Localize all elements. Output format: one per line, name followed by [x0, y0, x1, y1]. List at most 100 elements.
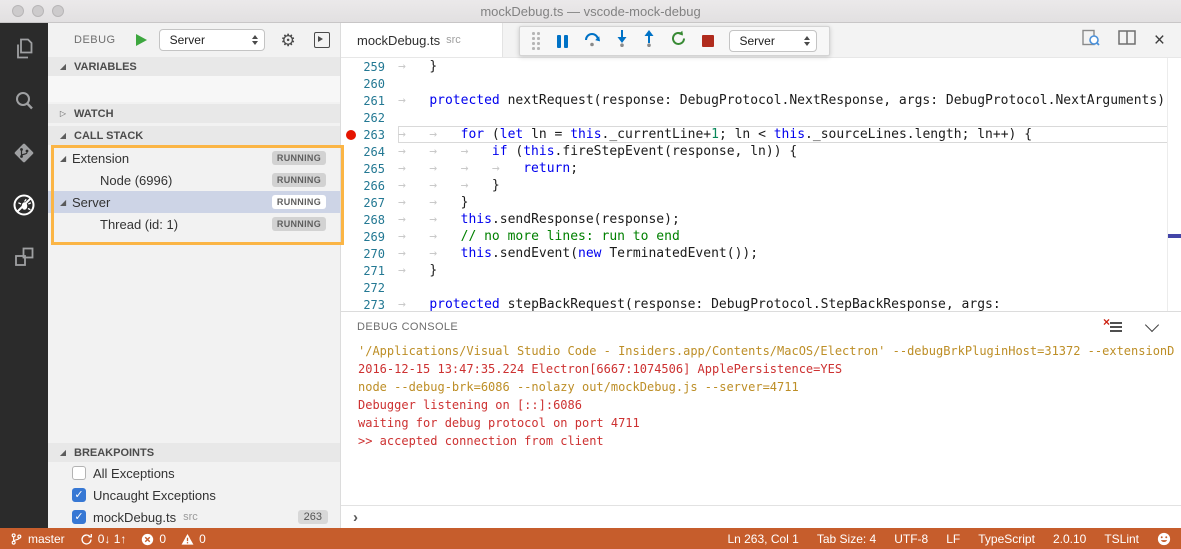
status-bar-item[interactable]: 0↓ 1↑ [80, 532, 127, 546]
breakpoint-checkbox[interactable] [72, 466, 86, 480]
code-line[interactable]: 271→ } [341, 262, 1181, 279]
code-text: → → this.sendEvent(new TerminatedEvent()… [398, 245, 1168, 262]
editor-gutter[interactable]: 268 [341, 211, 398, 228]
extensions-icon[interactable] [11, 243, 38, 270]
zoom-window-button[interactable] [52, 5, 64, 17]
call-stack-list: ◢ExtensionRUNNINGNode (6996)RUNNING◢Serv… [48, 147, 340, 235]
step-over-button[interactable] [583, 30, 601, 52]
close-window-button[interactable] [12, 5, 24, 17]
line-number: 273 [363, 298, 385, 312]
breakpoint-item[interactable]: ✓Uncaught Exceptions [48, 484, 340, 506]
toolbar-drag-handle[interactable] [532, 32, 540, 50]
code-line[interactable]: 260 [341, 75, 1181, 92]
configure-gear-icon[interactable]: ⚙ [281, 32, 296, 49]
status-bar-item[interactable]: 0 [181, 532, 206, 546]
breakpoints-section-header[interactable]: ◢ BREAKPOINTS [48, 443, 340, 462]
explorer-icon[interactable] [11, 35, 38, 62]
breakpoint-checkbox[interactable]: ✓ [72, 510, 86, 524]
code-line[interactable]: 266→ → → } [341, 177, 1181, 194]
overview-ruler-marker [1168, 234, 1181, 238]
status-bar-item[interactable]: 0 [141, 532, 166, 546]
stop-button[interactable] [702, 35, 714, 47]
panel-actions: × [1106, 320, 1165, 334]
status-bar-item[interactable]: TSLint [1104, 532, 1139, 546]
split-editor-icon[interactable] [1118, 30, 1136, 51]
restart-button[interactable] [670, 30, 687, 52]
breakpoint-item[interactable]: All Exceptions [48, 462, 340, 484]
editor-gutter[interactable]: 260 [341, 75, 398, 92]
breakpoints-section-label: BREAKPOINTS [74, 447, 154, 459]
code-line[interactable]: 269→ → // no more lines: run to end [341, 228, 1181, 245]
status-bar-item-label: master [28, 532, 65, 546]
editor-gutter[interactable]: 261 [341, 92, 398, 109]
editor-gutter[interactable]: 272 [341, 279, 398, 296]
call-stack-item[interactable]: ◢ExtensionRUNNING [48, 147, 340, 169]
code-token: → → → → [398, 161, 523, 176]
clear-console-icon[interactable]: × [1106, 320, 1123, 334]
code-line[interactable]: 263→ → for (let ln = this._currentLine+1… [341, 126, 1181, 143]
call-stack-item[interactable]: ◢ServerRUNNING [48, 191, 340, 213]
code-editor[interactable]: 259→ }260261→ protected nextRequest(resp… [341, 58, 1181, 311]
status-bar-right: Ln 263, Col 1 Tab Size: 4 UTF-8 LF TypeScrip… [709, 532, 1171, 546]
code-line[interactable]: 264→ → → if (this.fireStepEvent(response… [341, 143, 1181, 160]
code-line[interactable]: 265→ → → → return; [341, 160, 1181, 177]
start-debugging-button[interactable] [136, 34, 147, 46]
editor-gutter[interactable]: 267 [341, 194, 398, 211]
code-line[interactable]: 267→ → } [341, 194, 1181, 211]
console-line: 2016-12-15 13:47:35.224 Electron[6667:10… [358, 360, 1181, 378]
code-line[interactable]: 273→ protected stepBackRequest(response:… [341, 296, 1181, 311]
search-icon[interactable] [11, 87, 38, 114]
open-preview-icon[interactable] [1081, 29, 1100, 52]
code-line[interactable]: 270 → → this.sendEvent(new TerminatedEven… [341, 245, 1181, 262]
status-bar-item[interactable] [1157, 532, 1171, 546]
code-line[interactable]: 268→ → this.sendResponse(response); [341, 211, 1181, 228]
editor-gutter[interactable]: 266 [341, 177, 398, 194]
editor-gutter[interactable]: 270 [341, 245, 398, 262]
watch-section-header[interactable]: ▷ WATCH [48, 104, 340, 123]
status-bar-item[interactable]: Ln 263, Col 1 [727, 532, 798, 546]
line-number: 268 [363, 213, 385, 227]
call-stack-item[interactable]: Thread (id: 1)RUNNING [48, 213, 340, 235]
status-bar-item[interactable]: UTF-8 [894, 532, 928, 546]
editor-gutter[interactable]: 269 [341, 228, 398, 245]
line-number: 270 [363, 247, 385, 261]
step-out-button[interactable] [643, 30, 655, 52]
source-control-icon[interactable] [11, 139, 38, 166]
editor-gutter[interactable]: 265 [341, 160, 398, 177]
status-bar-item[interactable]: LF [946, 532, 960, 546]
tab-mockdebug[interactable]: mockDebug.ts src [341, 23, 503, 57]
code-line[interactable]: 262 [341, 109, 1181, 126]
call-stack-section-header[interactable]: ◢ CALL STACK [48, 126, 340, 145]
code-text: → → → } [398, 177, 1168, 194]
code-line[interactable]: 259→ } [341, 58, 1181, 75]
call-stack-item[interactable]: Node (6996)RUNNING [48, 169, 340, 191]
editor-gutter[interactable]: 259 [341, 58, 398, 75]
pause-button[interactable] [557, 35, 568, 48]
editor-gutter[interactable]: 263 [341, 126, 398, 143]
status-badge: RUNNING [272, 217, 326, 231]
editor-gutter[interactable]: 271 [341, 262, 398, 279]
editor-gutter[interactable]: 262 [341, 109, 398, 126]
variables-section-header[interactable]: ◢ VARIABLES [48, 57, 340, 76]
editor-gutter[interactable]: 264 [341, 143, 398, 160]
debug-console-output[interactable]: '/Applications/Visual Studio Code - Insi… [341, 342, 1181, 505]
minimize-window-button[interactable] [32, 5, 44, 17]
status-bar-item[interactable]: 2.0.10 [1053, 532, 1086, 546]
breakpoint-item[interactable]: ✓mockDebug.tssrc263 [48, 506, 340, 528]
step-into-button[interactable] [616, 30, 628, 52]
launch-configuration-select[interactable]: Server [159, 29, 265, 51]
status-bar-item[interactable]: Tab Size: 4 [817, 532, 876, 546]
code-line[interactable]: 272 [341, 279, 1181, 296]
line-number: 263 [363, 128, 385, 142]
debug-icon[interactable] [11, 191, 38, 218]
code-line[interactable]: 261→ protected nextRequest(response: Deb… [341, 92, 1181, 109]
breakpoint-checkbox[interactable]: ✓ [72, 488, 86, 502]
open-debug-console-icon[interactable] [314, 32, 330, 48]
chevron-down-icon[interactable] [1145, 318, 1159, 332]
console-input-row[interactable]: › [341, 505, 1181, 528]
status-bar-item[interactable]: master [10, 532, 65, 546]
toolbar-launch-configuration-select[interactable]: Server [729, 30, 817, 52]
status-bar-item[interactable]: TypeScript [978, 532, 1035, 546]
close-editor-icon[interactable]: × [1154, 31, 1165, 50]
editor-gutter[interactable]: 273 [341, 296, 398, 311]
